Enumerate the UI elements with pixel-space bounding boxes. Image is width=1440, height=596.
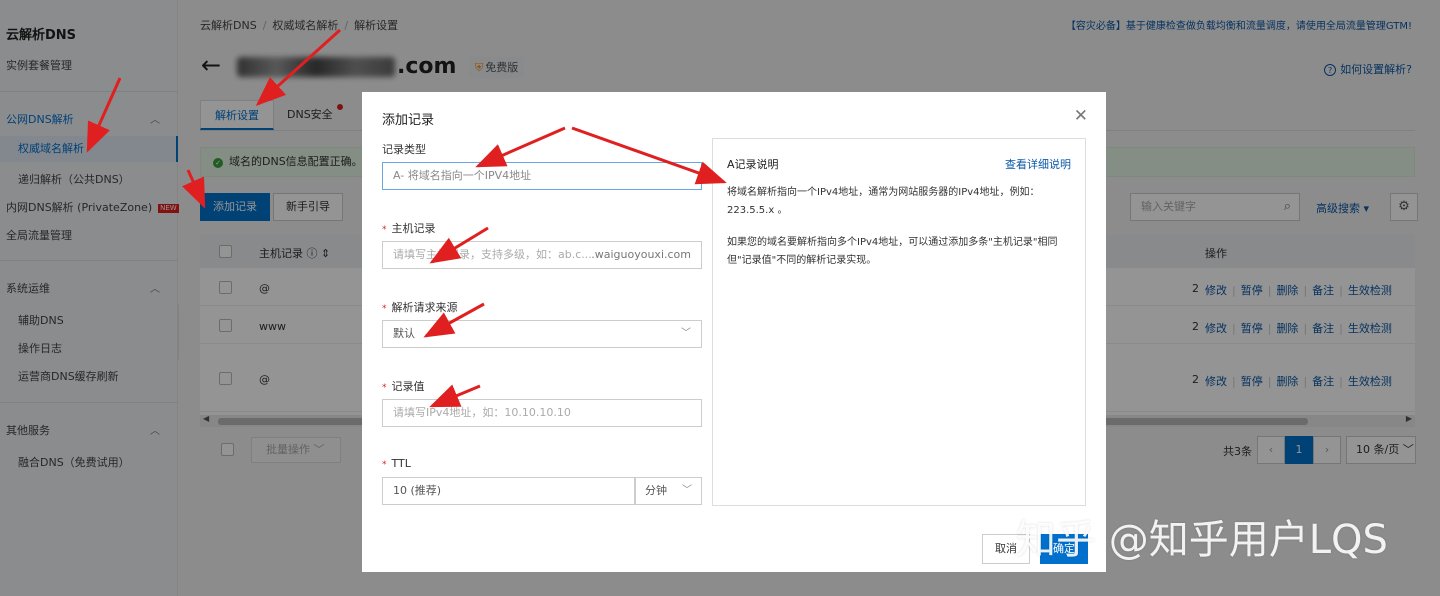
source-value: 默认 (393, 327, 415, 340)
ttl-unit-select[interactable]: 分钟 ﹀ (635, 477, 702, 505)
host-record-input[interactable]: 请填写主机记录，支持多级，如：ab.c... .waiguoyouxi.com (382, 241, 702, 269)
label-text: 记录值 (391, 380, 425, 393)
add-record-dialog: 添加记录 ✕ 记录类型 A- 将域名指向一个IPV4地址 * 主机记录 请填写主机… (362, 92, 1106, 572)
request-source-label: * 解析请求来源 (382, 301, 458, 314)
record-type-select[interactable]: A- 将域名指向一个IPV4地址 (382, 162, 702, 190)
close-icon[interactable]: ✕ (1074, 106, 1088, 126)
request-source-select[interactable]: 默认 ﹀ (382, 320, 702, 348)
record-value-label: * 记录值 (382, 380, 425, 393)
domain-suffix: .waiguoyouxi.com (591, 248, 691, 261)
help-paragraph: 如果您的域名要解析指向多个IPv4地址，可以通过添加多条"主机记录"相同但"记录… (727, 237, 1058, 266)
dialog-title: 添加记录 (382, 113, 435, 128)
host-placeholder: 请填写主机记录，支持多级，如：ab.c... (393, 248, 592, 261)
label-text: 解析请求来源 (391, 301, 458, 314)
chevron-down-icon: ﹀ (681, 328, 691, 339)
label-text: 主机记录 (391, 222, 436, 235)
ttl-select[interactable]: 10 (推荐) (382, 477, 635, 505)
help-paragraph: 将域名解析指向一个IPv4地址，通常为网站服务器的IPv4地址，例如：223.5… (727, 187, 1040, 216)
ttl-unit-value: 分钟 (645, 484, 667, 497)
label-text: TTL (391, 457, 411, 470)
record-help-panel: A记录说明 查看详细说明 将域名解析指向一个IPv4地址，通常为网站服务器的IP… (712, 138, 1086, 506)
record-value-input[interactable]: 请填写IPv4地址，如：10.10.10.10 (382, 399, 702, 427)
view-details-link[interactable]: 查看详细说明 (1005, 156, 1071, 172)
record-type-label: 记录类型 (382, 143, 426, 156)
ttl-label: * TTL (382, 457, 411, 470)
zhihu-watermark: 知乎 @知乎用户LQS (1016, 517, 1388, 563)
host-record-label: * 主机记录 (382, 222, 436, 235)
help-panel-title: A记录说明 (727, 158, 779, 171)
chevron-down-icon: ﹀ (682, 485, 692, 496)
